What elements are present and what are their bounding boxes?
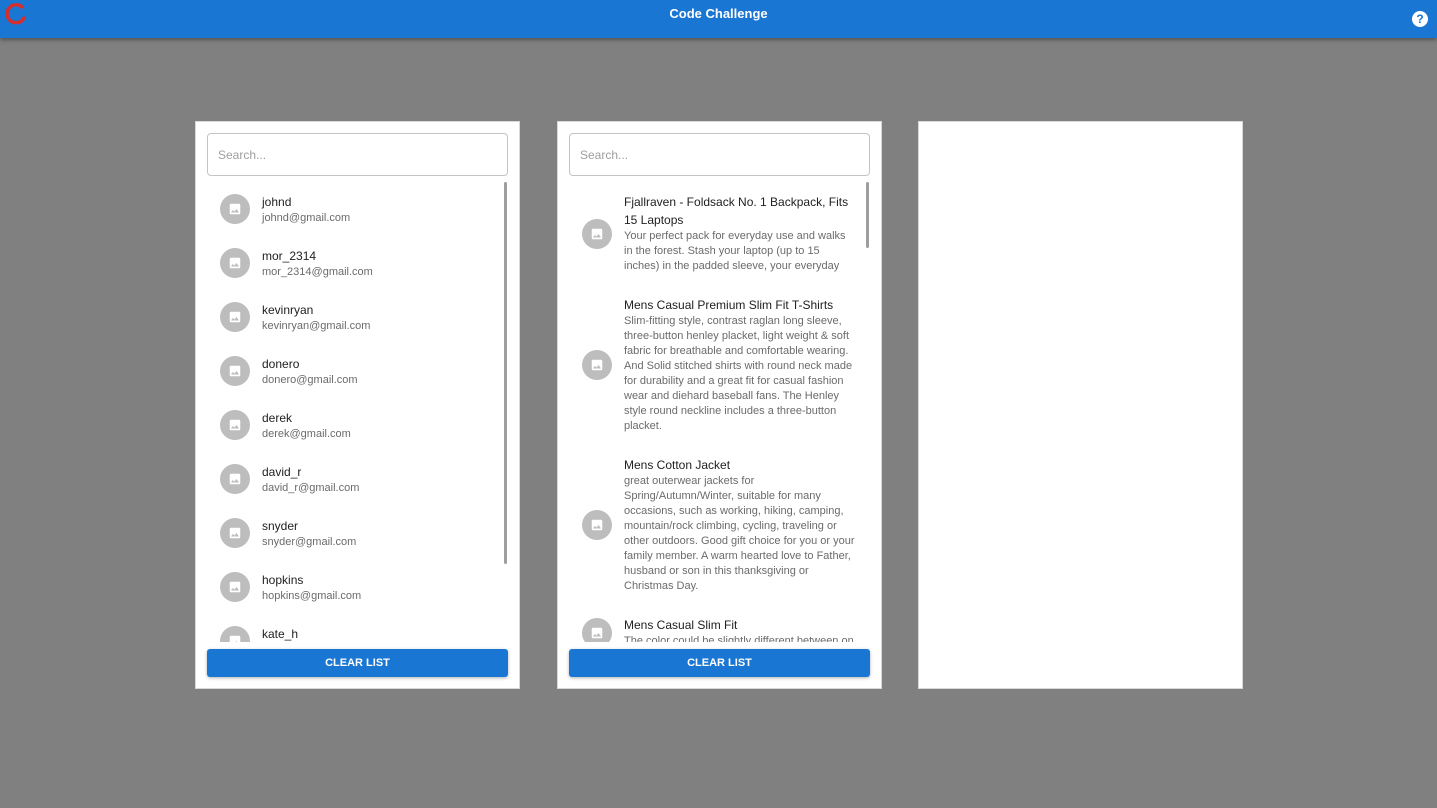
image-placeholder-icon	[220, 410, 250, 440]
product-list-item[interactable]: Fjallraven - Foldsack No. 1 Backpack, Fi…	[569, 182, 869, 285]
image-placeholder-icon	[220, 302, 250, 332]
products-search-input[interactable]	[569, 133, 870, 176]
product-description: The color could be slightly different be…	[624, 635, 854, 642]
image-placeholder-icon	[582, 218, 612, 249]
user-name: kate_h	[262, 626, 299, 641]
user-name: mor_2314	[262, 248, 317, 263]
product-title: Mens Casual Slim Fit	[624, 618, 738, 632]
user-email: mor_2314@gmail.com	[262, 265, 373, 278]
app-bar: Code Challenge ?	[0, 0, 1437, 38]
image-placeholder-icon	[220, 572, 250, 602]
product-description: great outerwear jackets for Spring/Autum…	[624, 475, 855, 592]
user-list-item[interactable]: donero donero@gmail.com	[207, 344, 507, 398]
user-list-item[interactable]: mor_2314 mor_2314@gmail.com	[207, 236, 507, 290]
image-placeholder-icon	[220, 464, 250, 494]
user-list-item[interactable]: snyder snyder@gmail.com	[207, 506, 507, 560]
user-name: derek	[262, 410, 293, 425]
product-description: Your perfect pack for everyday use and w…	[624, 230, 846, 272]
user-list-item[interactable]: david_r david_r@gmail.com	[207, 452, 507, 506]
user-email: david_r@gmail.com	[262, 481, 360, 494]
user-list-item[interactable]: derek derek@gmail.com	[207, 398, 507, 452]
user-list-item[interactable]: kevinryan kevinryan@gmail.com	[207, 290, 507, 344]
image-placeholder-icon	[582, 617, 612, 642]
product-title: Mens Casual Premium Slim Fit T-Shirts	[624, 298, 834, 312]
help-circle-icon[interactable]: ?	[1412, 11, 1428, 27]
product-title: Fjallraven - Foldsack No. 1 Backpack, Fi…	[624, 195, 849, 227]
user-email: hopkins@gmail.com	[262, 589, 362, 602]
product-description: Slim-fitting style, contrast raglan long…	[624, 315, 853, 432]
users-panel: johnd johnd@gmail.com mor_2314 mor_2314@gma…	[195, 121, 520, 689]
image-placeholder-icon	[582, 510, 612, 540]
product-list-item[interactable]: Mens Casual Premium Slim Fit T-Shirts Sli…	[569, 285, 869, 445]
product-list-item[interactable]: Mens Cotton Jacket great outerwear jacket…	[569, 445, 869, 605]
user-list-item[interactable]: kate_hkate_h@gmail.com	[207, 614, 507, 642]
user-email: derek@gmail.com	[262, 427, 351, 440]
user-name: kevinryan	[262, 302, 314, 317]
user-email: snyder@gmail.com	[262, 535, 357, 548]
product-title: Mens Cotton Jacket	[624, 458, 731, 472]
image-placeholder-icon	[220, 626, 250, 642]
products-panel: Fjallraven - Foldsack No. 1 Backpack, Fi…	[557, 121, 882, 689]
image-placeholder-icon	[582, 350, 612, 380]
user-name: donero	[262, 356, 300, 371]
image-placeholder-icon	[220, 248, 250, 278]
user-name: david_r	[262, 464, 302, 479]
user-list-item[interactable]: johnd johnd@gmail.com	[207, 182, 507, 236]
products-clear-list-button[interactable]: CLEAR LIST	[569, 649, 870, 677]
users-list[interactable]: johnd johnd@gmail.com mor_2314 mor_2314@gma…	[207, 182, 507, 642]
image-placeholder-icon	[220, 356, 250, 386]
users-clear-list-button[interactable]: CLEAR LIST	[207, 649, 508, 677]
image-placeholder-icon	[220, 194, 250, 224]
user-email: johnd@gmail.com	[262, 211, 351, 224]
app-title: Code Challenge	[669, 6, 768, 21]
user-name: hopkins	[262, 572, 304, 587]
user-name: snyder	[262, 518, 299, 533]
users-search-input[interactable]	[207, 133, 508, 176]
details-panel	[918, 121, 1243, 689]
image-placeholder-icon	[220, 518, 250, 548]
user-list-item[interactable]: hopkins hopkins@gmail.com	[207, 560, 507, 614]
user-name: johnd	[262, 194, 292, 209]
user-email: donero@gmail.com	[262, 373, 358, 386]
product-list-item[interactable]: Mens Casual Slim Fit The color could be s…	[569, 605, 869, 642]
products-list[interactable]: Fjallraven - Foldsack No. 1 Backpack, Fi…	[569, 182, 869, 642]
user-email: kevinryan@gmail.com	[262, 319, 371, 332]
